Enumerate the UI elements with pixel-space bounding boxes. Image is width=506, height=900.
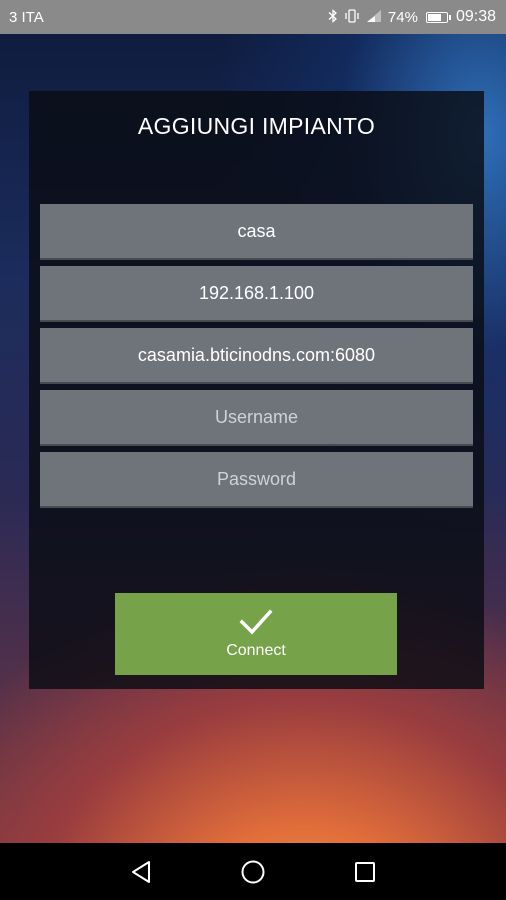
check-icon	[239, 609, 273, 635]
connect-button[interactable]: Connect	[115, 593, 397, 675]
name-field[interactable]: casa	[40, 204, 473, 260]
status-icons: 74% 09:38	[328, 8, 496, 26]
carrier-label: 3 ITA	[9, 8, 44, 26]
clock: 09:38	[455, 8, 496, 25]
navigation-bar	[0, 843, 506, 900]
password-field[interactable]: Password	[40, 452, 473, 508]
remote-address-field[interactable]: casamia.bticinodns.com:6080	[40, 328, 473, 384]
status-bar: 3 ITA 74% 09:38	[0, 0, 506, 34]
vibrate-icon	[344, 9, 360, 25]
connect-label: Connect	[226, 642, 286, 659]
signal-icon	[366, 9, 382, 25]
recents-icon[interactable]	[351, 858, 379, 886]
username-field[interactable]: Username	[40, 390, 473, 446]
home-icon[interactable]	[239, 858, 267, 886]
dialog-title: AGGIUNGI IMPIANTO	[137, 113, 376, 139]
local-ip-field[interactable]: 192.168.1.100	[40, 266, 473, 322]
bluetooth-icon	[328, 9, 338, 25]
back-icon[interactable]	[127, 858, 155, 886]
add-system-dialog: AGGIUNGI IMPIANTO casa 192.168.1.100 cas…	[29, 91, 484, 689]
battery-level	[427, 13, 441, 21]
battery-percent: 74%	[387, 8, 418, 26]
battery-icon	[425, 11, 451, 23]
